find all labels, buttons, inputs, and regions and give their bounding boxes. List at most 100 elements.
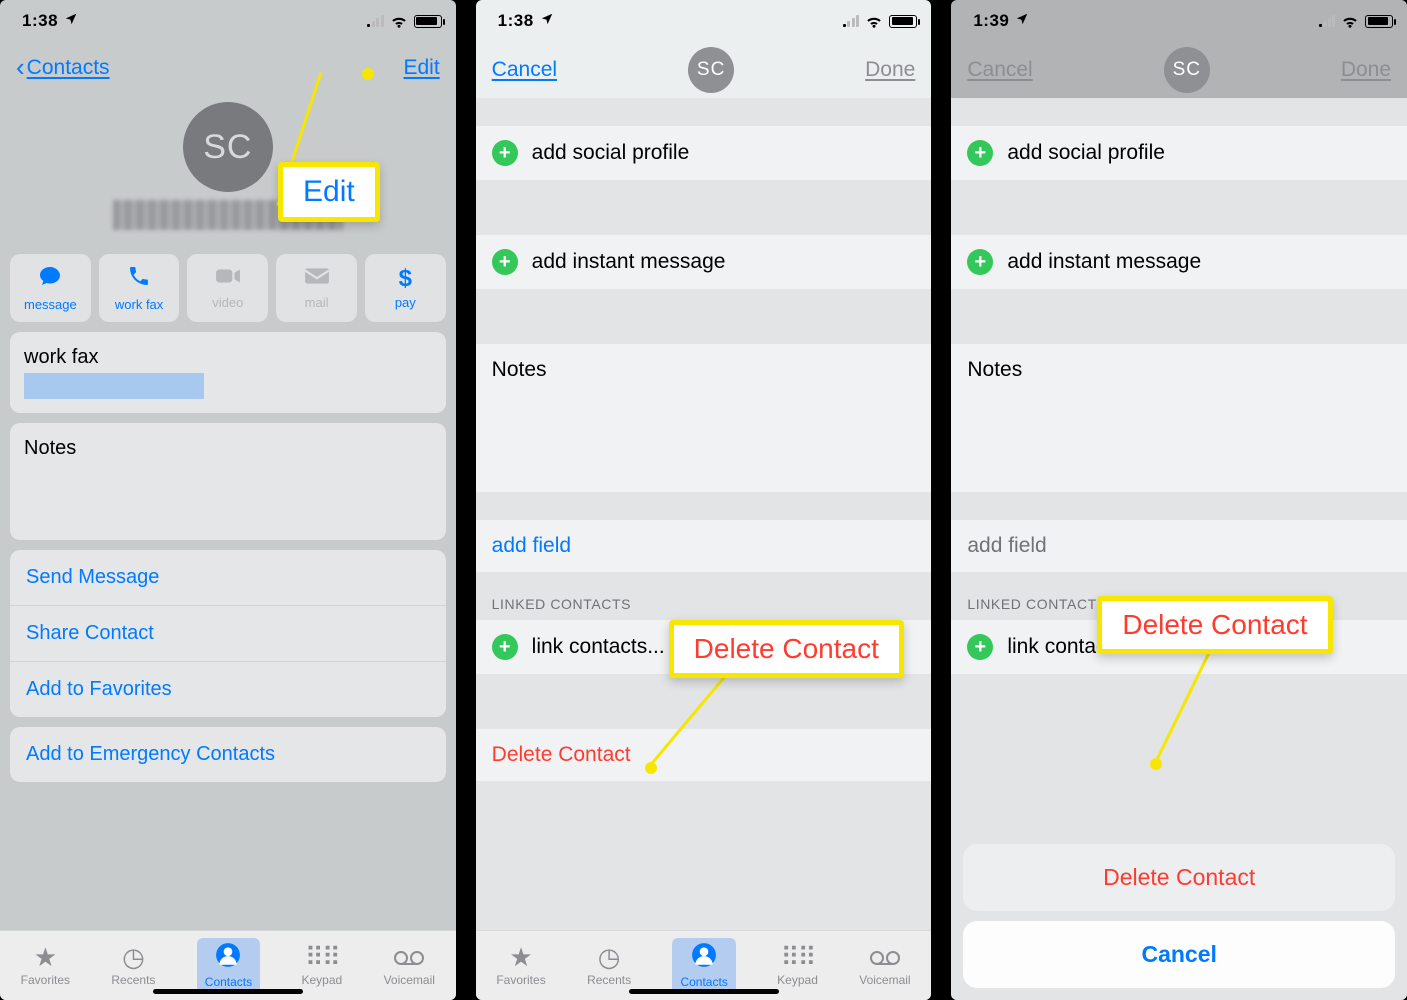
status-time: 1:38 [22, 11, 58, 31]
done-button[interactable]: Done [1341, 58, 1391, 82]
pay-button[interactable]: $ pay [365, 254, 446, 322]
notes-field: Notes [951, 344, 1407, 492]
callout-edit: Edit [278, 162, 380, 222]
action-buttons-row: message work fax video mail [0, 254, 456, 322]
plus-icon: + [492, 140, 518, 166]
tab-keypad[interactable]: ⠿⠿Keypad [777, 944, 818, 987]
workfax-card[interactable]: work fax [10, 332, 446, 413]
plus-icon: + [492, 634, 518, 660]
person-icon [691, 942, 717, 972]
send-message-row[interactable]: Send Message [10, 550, 446, 605]
wifi-icon [865, 14, 883, 28]
tab-voicemail[interactable]: Voicemail [859, 944, 910, 987]
tab-voicemail[interactable]: Voicemail [384, 944, 435, 987]
add-social-profile-row[interactable]: + add social profile [476, 126, 932, 180]
nav-bar: Cancel SC Done [476, 42, 932, 98]
clock-icon: ◷ [598, 944, 621, 970]
tab-recents[interactable]: ◷Recents [111, 944, 155, 987]
status-bar: 1:38 [476, 0, 932, 42]
location-icon [1015, 11, 1029, 31]
battery-icon [889, 15, 917, 28]
message-button[interactable]: message [10, 254, 91, 322]
edit-button[interactable]: Edit [403, 56, 439, 80]
status-bar: 1:39 [951, 0, 1407, 42]
chevron-left-icon: ‹ [16, 56, 25, 79]
sheet-cancel-button[interactable]: Cancel [963, 921, 1395, 988]
home-indicator [629, 989, 779, 994]
wifi-icon [390, 14, 408, 28]
done-button[interactable]: Done [865, 58, 915, 82]
cancel-button[interactable]: Cancel [492, 58, 557, 82]
emergency-list: Add to Emergency Contacts [10, 727, 446, 782]
plus-icon: + [967, 140, 993, 166]
callout-anchor-dot [362, 68, 374, 80]
tab-recents[interactable]: ◷Recents [587, 944, 631, 987]
notes-label: Notes [24, 437, 432, 460]
voicemail-icon [394, 944, 424, 970]
contact-avatar-small[interactable]: SC [688, 47, 734, 93]
signal-icon [367, 15, 384, 27]
add-instant-message-row[interactable]: + add instant message [476, 235, 932, 289]
contact-avatar: SC [183, 102, 273, 192]
nav-bar: Cancel SC Done [951, 42, 1407, 98]
battery-icon [414, 15, 442, 28]
plus-icon: + [967, 634, 993, 660]
phone-icon [127, 264, 151, 293]
panel-2-edit-contact: 1:38 Cancel SC Done + [476, 0, 932, 1000]
delete-contact-row[interactable]: Delete Contact [476, 729, 932, 781]
signal-icon [843, 15, 860, 27]
message-icon [37, 264, 63, 293]
cancel-button[interactable]: Cancel [967, 58, 1032, 82]
person-icon [215, 942, 241, 972]
notes-card[interactable]: Notes [10, 423, 446, 540]
workfax-button[interactable]: work fax [99, 254, 180, 322]
battery-icon [1365, 15, 1393, 28]
tab-contacts[interactable]: Contacts [197, 938, 260, 993]
callout-delete-contact: Delete Contact [669, 620, 904, 678]
linked-contacts-header: LINKED CONTACTS [476, 572, 932, 620]
add-instant-message-row: + add instant message [951, 235, 1407, 289]
wifi-icon [1341, 14, 1359, 28]
pay-icon: $ [399, 267, 412, 291]
star-icon: ★ [509, 944, 532, 970]
tab-contacts[interactable]: Contacts [672, 938, 735, 993]
signal-icon [1319, 15, 1336, 27]
add-social-profile-row: + add social profile [951, 126, 1407, 180]
callout-anchor-dot [645, 762, 657, 774]
tab-keypad[interactable]: ⠿⠿Keypad [302, 944, 343, 987]
sheet-delete-button[interactable]: Delete Contact [963, 844, 1395, 911]
status-time: 1:39 [973, 11, 1009, 31]
share-contact-row[interactable]: Share Contact [10, 605, 446, 661]
back-label: Contacts [27, 56, 110, 80]
add-favorites-row[interactable]: Add to Favorites [10, 661, 446, 717]
video-icon [215, 266, 241, 291]
home-indicator [153, 989, 303, 994]
add-field-row: add field [951, 520, 1407, 572]
add-field-row[interactable]: add field [476, 520, 932, 572]
video-button[interactable]: video [187, 254, 268, 322]
workfax-number-redacted [24, 373, 204, 399]
plus-icon: + [967, 249, 993, 275]
mail-button[interactable]: mail [276, 254, 357, 322]
action-sheet: Delete Contact Cancel [963, 844, 1395, 988]
workfax-label: work fax [24, 346, 432, 369]
status-bar: 1:38 [0, 0, 456, 42]
actions-list: Send Message Share Contact Add to Favori… [10, 550, 446, 717]
voicemail-icon [870, 944, 900, 970]
callout-delete-contact: Delete Contact [1097, 596, 1332, 654]
keypad-icon: ⠿⠿ [780, 944, 814, 970]
tab-favorites[interactable]: ★Favorites [496, 944, 545, 987]
panel-1-contact-card: 1:38 ‹ Contacts Edit Edi [0, 0, 456, 1000]
location-icon [540, 11, 554, 31]
contact-avatar-small: SC [1164, 47, 1210, 93]
tab-favorites[interactable]: ★Favorites [21, 944, 70, 987]
status-time: 1:38 [498, 11, 534, 31]
nav-bar: ‹ Contacts Edit [0, 42, 456, 94]
clock-icon: ◷ [122, 944, 145, 970]
plus-icon: + [492, 249, 518, 275]
add-emergency-row[interactable]: Add to Emergency Contacts [10, 727, 446, 782]
notes-field[interactable]: Notes [476, 344, 932, 492]
star-icon: ★ [34, 944, 57, 970]
location-icon [64, 11, 78, 31]
back-button[interactable]: ‹ Contacts [16, 56, 110, 80]
